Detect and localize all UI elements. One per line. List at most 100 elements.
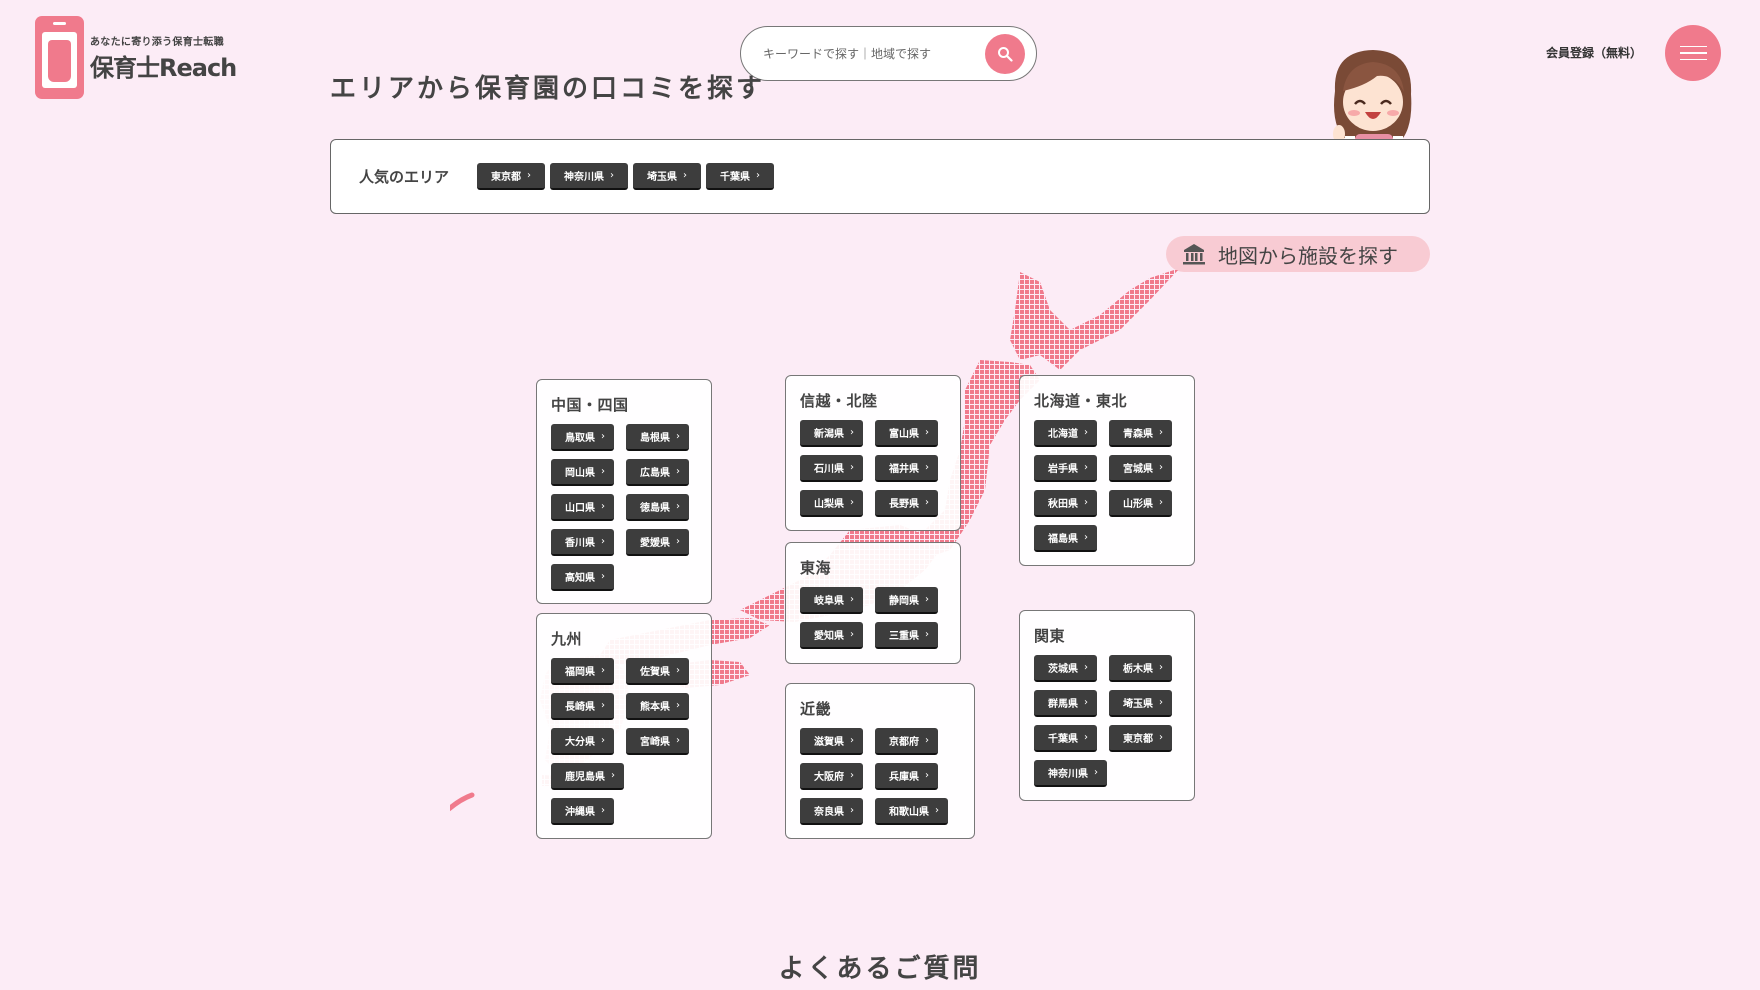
pref-gifu[interactable]: 岐阜県 › <box>800 587 863 614</box>
signup-link[interactable]: 会員登録（無料） <box>1546 44 1642 61</box>
chevron-right-icon: › <box>1084 532 1088 543</box>
chevron-right-icon: › <box>850 497 854 508</box>
chevron-right-icon: › <box>676 665 680 676</box>
chevron-right-icon: › <box>850 462 854 473</box>
chevron-right-icon: › <box>676 431 680 442</box>
chevron-right-icon: › <box>935 805 939 816</box>
pref-fukuoka[interactable]: 福岡県 › <box>551 658 614 685</box>
chevron-right-icon: › <box>601 735 605 746</box>
region-title: 近畿 <box>800 700 832 718</box>
pref-hokkaido[interactable]: 北海道 › <box>1034 420 1097 447</box>
pref-wakayama[interactable]: 和歌山県 › <box>875 798 948 825</box>
pref-tottori[interactable]: 鳥取県 › <box>551 424 614 451</box>
chevron-right-icon: › <box>850 594 854 605</box>
chevron-right-icon: › <box>683 170 688 181</box>
pref-shimane[interactable]: 島根県 › <box>626 424 689 451</box>
chevron-right-icon: › <box>1159 732 1163 743</box>
search-icon <box>998 47 1013 62</box>
chevron-right-icon: › <box>1159 497 1163 508</box>
pref-miyazaki[interactable]: 宮崎県 › <box>626 728 689 755</box>
region-hokkaido-tohoku: 北海道・東北 北海道 › 青森県 › 岩手県 › 宮城県 › 秋田県 › 山形県 › 福島県… <box>1019 375 1195 566</box>
popular-tag-kanagawa[interactable]: 神奈川県 › <box>550 163 629 190</box>
search-input[interactable] <box>763 46 973 61</box>
chevron-right-icon: › <box>601 700 605 711</box>
pref-ibaraki[interactable]: 茨城県 › <box>1034 655 1097 682</box>
menu-button[interactable] <box>1665 25 1721 81</box>
chevron-right-icon: › <box>925 770 929 781</box>
pref-kumamoto[interactable]: 熊本県 › <box>626 693 689 720</box>
pref-saga[interactable]: 佐賀県 › <box>626 658 689 685</box>
pref-okinawa[interactable]: 沖縄県 › <box>551 798 614 825</box>
chevron-right-icon: › <box>1159 697 1163 708</box>
logo-name: 保育士Reach <box>90 53 237 82</box>
popular-tag-saitama[interactable]: 埼玉県 › <box>633 163 702 190</box>
pref-oita[interactable]: 大分県 › <box>551 728 614 755</box>
pref-chiba[interactable]: 千葉県 › <box>1034 725 1097 752</box>
pref-nagano[interactable]: 長野県 › <box>875 490 938 517</box>
chevron-right-icon: › <box>925 629 929 640</box>
logo-phone-icon <box>35 16 84 99</box>
pref-kagoshima[interactable]: 鹿児島県 › <box>551 763 624 790</box>
chevron-right-icon: › <box>1084 732 1088 743</box>
pref-tokushima[interactable]: 徳島県 › <box>626 494 689 521</box>
pref-gunma[interactable]: 群馬県 › <box>1034 690 1097 717</box>
region-kyushu: 九州 福岡県 › 佐賀県 › 長崎県 › 熊本県 › 大分県 › 宮崎県 › 鹿児島県 › 沖… <box>536 613 712 839</box>
search-bar <box>740 26 1037 81</box>
pref-shizuoka[interactable]: 静岡県 › <box>875 587 938 614</box>
pref-nagasaki[interactable]: 長崎県 › <box>551 693 614 720</box>
chevron-right-icon: › <box>850 629 854 640</box>
chevron-right-icon: › <box>925 735 929 746</box>
pref-kochi[interactable]: 高知県 › <box>551 564 614 591</box>
pref-yamagata[interactable]: 山形県 › <box>1109 490 1172 517</box>
chevron-right-icon: › <box>676 536 680 547</box>
chevron-right-icon: › <box>601 665 605 676</box>
chevron-right-icon: › <box>601 501 605 512</box>
logo-tagline: あなたに寄り添う保育士転職 <box>90 36 224 48</box>
pref-tochigi[interactable]: 栃木県 › <box>1109 655 1172 682</box>
pref-fukui[interactable]: 福井県 › <box>875 455 938 482</box>
pref-saitama[interactable]: 埼玉県 › <box>1109 690 1172 717</box>
chevron-right-icon: › <box>1159 662 1163 673</box>
region-title: 中国・四国 <box>551 396 629 414</box>
search-button[interactable] <box>985 34 1025 74</box>
region-chugoku-shikoku: 中国・四国 鳥取県 › 島根県 › 岡山県 › 広島県 › 山口県 › 徳島県 › 香川県 ›… <box>536 379 712 604</box>
region-title: 九州 <box>551 630 583 648</box>
pref-nara[interactable]: 奈良県 › <box>800 798 863 825</box>
pref-toyama[interactable]: 富山県 › <box>875 420 938 447</box>
pref-tokyo[interactable]: 東京都 › <box>1109 725 1172 752</box>
chevron-right-icon: › <box>676 501 680 512</box>
tag-label: 埼玉県 <box>647 172 678 183</box>
pref-aomori[interactable]: 青森県 › <box>1109 420 1172 447</box>
chevron-right-icon: › <box>850 805 854 816</box>
chevron-right-icon: › <box>1159 462 1163 473</box>
pref-kyoto[interactable]: 京都府 › <box>875 728 938 755</box>
chevron-right-icon: › <box>601 571 605 582</box>
pref-ishikawa[interactable]: 石川県 › <box>800 455 863 482</box>
pref-shiga[interactable]: 滋賀県 › <box>800 728 863 755</box>
tag-label: 東京都 <box>491 172 522 183</box>
pref-yamanashi[interactable]: 山梨県 › <box>800 490 863 517</box>
chevron-right-icon: › <box>1159 427 1163 438</box>
pref-fukushima[interactable]: 福島県 › <box>1034 525 1097 552</box>
popular-tag-tokyo[interactable]: 東京都 › <box>477 163 546 190</box>
popular-areas-label: 人気のエリア <box>359 168 450 186</box>
pref-hiroshima[interactable]: 広島県 › <box>626 459 689 486</box>
pref-hyogo[interactable]: 兵庫県 › <box>875 763 938 790</box>
chevron-right-icon: › <box>925 427 929 438</box>
popular-tag-chiba[interactable]: 千葉県 › <box>706 163 775 190</box>
pref-osaka[interactable]: 大阪府 › <box>800 763 863 790</box>
pref-kanagawa[interactable]: 神奈川県 › <box>1034 760 1107 787</box>
pref-okayama[interactable]: 岡山県 › <box>551 459 614 486</box>
pref-miyagi[interactable]: 宮城県 › <box>1109 455 1172 482</box>
pref-kagawa[interactable]: 香川県 › <box>551 529 614 556</box>
chevron-right-icon: › <box>1084 497 1088 508</box>
logo[interactable]: あなたに寄り添う保育士転職 保育士Reach <box>35 16 237 99</box>
map-search-button[interactable]: 地図から施設を探す <box>1166 236 1430 272</box>
pref-yamaguchi[interactable]: 山口県 › <box>551 494 614 521</box>
pref-ehime[interactable]: 愛媛県 › <box>626 529 689 556</box>
pref-aichi[interactable]: 愛知県 › <box>800 622 863 649</box>
pref-iwate[interactable]: 岩手県 › <box>1034 455 1097 482</box>
pref-mie[interactable]: 三重県 › <box>875 622 938 649</box>
pref-niigata[interactable]: 新潟県 › <box>800 420 863 447</box>
pref-akita[interactable]: 秋田県 › <box>1034 490 1097 517</box>
